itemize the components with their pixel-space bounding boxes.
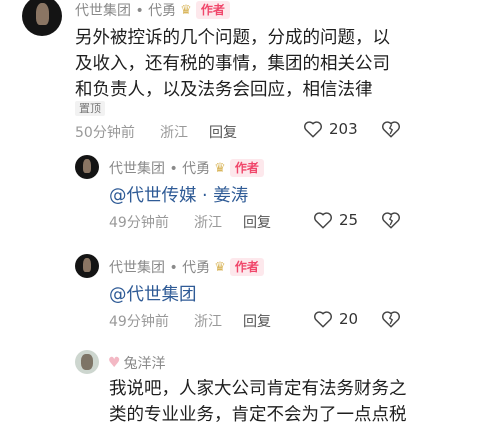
avatar[interactable] (75, 350, 99, 374)
pinned-wrapper: 置顶 (75, 97, 105, 116)
comment-time: 49分钟前 (109, 215, 169, 231)
avatar[interactable] (22, 0, 62, 36)
like-count: 203 (329, 120, 358, 138)
dislike-icon[interactable] (381, 120, 401, 138)
comment-location: 浙江 (160, 125, 188, 141)
comment-line: 及收入，还有税的事情，集团的相关公司 (75, 54, 390, 74)
author-name[interactable]: 代世集团 • 代勇 (75, 0, 176, 20)
mention-link[interactable]: @代世集团 (109, 281, 197, 306)
reply-button[interactable]: 回复 (243, 212, 271, 232)
comment-line: 和负责人，以及法务会回应，相信法律 (75, 80, 373, 100)
like-button[interactable]: 20 (313, 310, 358, 328)
comment-time: 50分钟前 (75, 125, 135, 141)
mention-link[interactable]: @代世传媒 · 姜涛 (109, 182, 248, 207)
author-badge: 作者 (229, 258, 264, 276)
like-button[interactable]: 25 (313, 211, 358, 229)
heart-icon (304, 121, 322, 138)
comment-text: 另外被控诉的几个问题，分成的问题，以 及收入，还有税的事情，集团的相关公司 和负… (75, 25, 495, 103)
comment-author-row: 代世集团 • 代勇 ♛ 作者 (75, 0, 230, 20)
comment-line: 另外被控诉的几个问题，分成的问题，以 (75, 28, 390, 48)
like-count: 25 (339, 211, 359, 229)
like-count: 20 (339, 310, 359, 328)
author-badge: 作者 (195, 1, 230, 19)
comment-author-row: 代世集团 • 代勇 ♛ 作者 (109, 158, 264, 178)
comment-author-row: 代世集团 • 代勇 ♛ 作者 (109, 257, 264, 277)
author-badge: 作者 (229, 159, 264, 177)
avatar[interactable] (75, 254, 99, 278)
crown-icon: ♛ (214, 259, 226, 275)
author-name[interactable]: 兔洋洋 (124, 353, 166, 373)
like-button[interactable]: 203 (303, 120, 358, 138)
comment-text: 我说吧，人家大公司肯定有法务财务之 类的专业业务，肯定不会为了一点点税 (109, 376, 499, 428)
reply-button[interactable]: 回复 (243, 311, 271, 331)
heart-icon: ♥ (108, 355, 121, 371)
dislike-icon[interactable] (381, 211, 401, 229)
dislike-icon[interactable] (381, 310, 401, 328)
reply-button[interactable]: 回复 (209, 122, 237, 142)
heart-icon (314, 311, 332, 328)
crown-icon: ♛ (180, 2, 192, 18)
comment-line: 我说吧，人家大公司肯定有法务财务之 (109, 379, 407, 399)
comment-time: 49分钟前 (109, 314, 169, 330)
crown-icon: ♛ (214, 160, 226, 176)
author-name[interactable]: 代世集团 • 代勇 (109, 158, 210, 178)
comment-line: 类的专业业务，肯定不会为了一点点税 (109, 405, 407, 425)
pinned-badge: 置顶 (75, 101, 105, 116)
avatar[interactable] (75, 155, 99, 179)
comment-location: 浙江 (194, 314, 222, 330)
author-name[interactable]: 代世集团 • 代勇 (109, 257, 210, 277)
comment-location: 浙江 (194, 215, 222, 231)
heart-icon (314, 212, 332, 229)
comment-author-row: ♥ 兔洋洋 (108, 353, 166, 373)
